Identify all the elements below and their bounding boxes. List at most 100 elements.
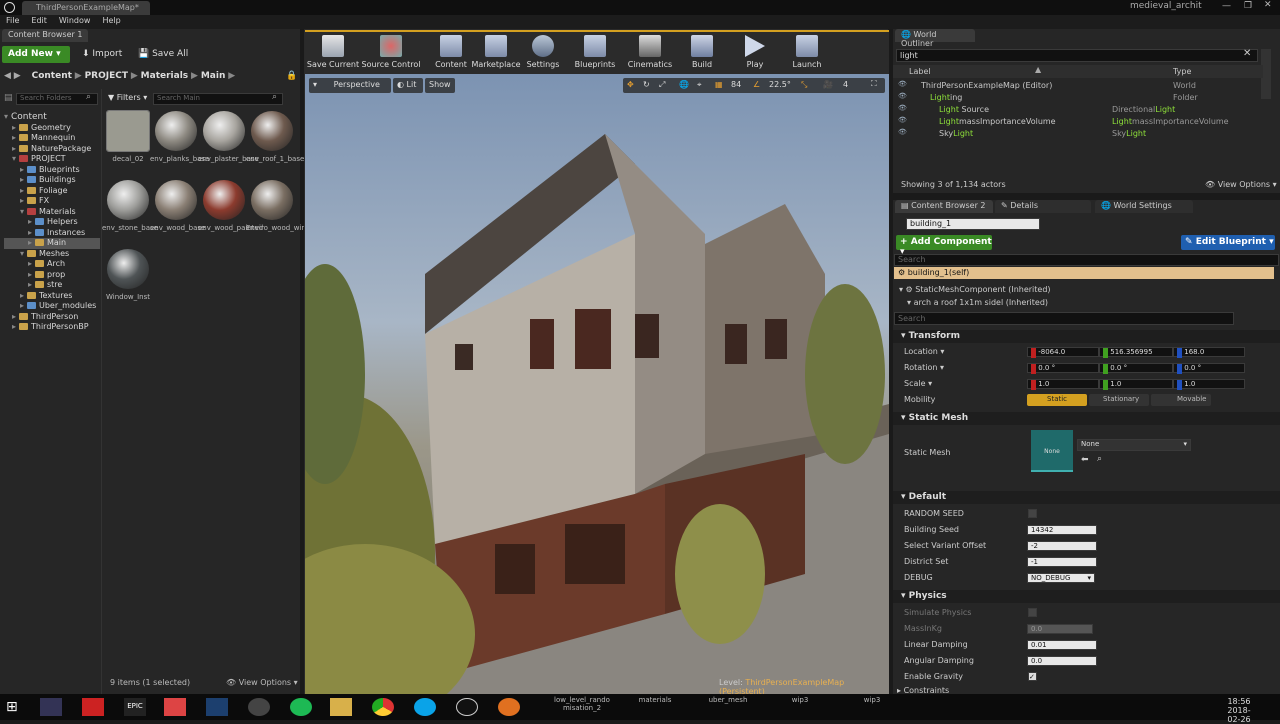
settings-button[interactable]: Settings [515,35,571,69]
add-new-button[interactable]: Add New ▾ [2,46,70,63]
collapsed-arrow-icon[interactable]: ▸ [28,217,35,226]
expanded-arrow-icon[interactable]: ▾ [12,154,19,163]
collapsed-arrow-icon[interactable]: ▸ [20,175,27,184]
map-tab[interactable]: ThirdPersonExampleMap* [22,1,150,15]
details-tab[interactable]: ✎ Details [995,200,1091,213]
blueprints-button[interactable]: Blueprints [567,35,623,69]
collapsed-arrow-icon[interactable]: ▸ [12,312,19,321]
outliner-row[interactable]: 👁 Light Source DirectionalLight [893,104,1278,116]
expanded-arrow-icon[interactable]: ▾ [20,207,27,216]
folder-tree-item[interactable]: ▸ Mannequin [4,133,100,144]
folder-tree-item[interactable]: ▸ Foliage [4,186,100,197]
breadcrumb-main[interactable]: Main [201,71,226,81]
folder-tree-item[interactable]: ▸ Helpers [4,217,100,228]
static-mesh-component-row[interactable]: ▾ ⚙ StaticMeshComponent (Inherited) [899,285,1051,294]
asset-thumbnail[interactable] [155,111,197,151]
app-icon-3[interactable] [164,698,186,716]
cb-view-options-button[interactable]: 👁 View Options ▾ [226,678,298,687]
variant-offset-field[interactable]: -2 [1027,541,1097,551]
angular-damping-field[interactable]: 0.0 [1027,656,1097,666]
mass-field[interactable]: 0.0 [1027,624,1093,634]
lit-button[interactable]: ◐ Lit [393,78,423,93]
location-x-field[interactable]: -8064.0 [1027,347,1099,358]
cam-speed-icon[interactable]: 🎥 [823,80,833,89]
expanded-arrow-icon[interactable]: ▾ [4,112,11,121]
unreal-taskbar-icon[interactable] [456,698,478,716]
launch-button[interactable]: Launch [779,35,835,69]
outliner-row[interactable]: 👁 Lighting Folder [893,92,1278,104]
visibility-eye-icon[interactable]: 👁 [898,116,907,124]
skype-icon[interactable] [414,698,436,716]
arch-roof-component-row[interactable]: ▾ arch a roof 1x1m sidel (Inherited) [907,298,1048,307]
search-main-input[interactable]: Search Main [153,93,283,105]
show-button[interactable]: Show [425,78,455,93]
asset-thumbnail[interactable] [251,180,293,220]
outliner-row[interactable]: 👁 ThirdPersonExampleMap (Editor) World [893,80,1278,92]
spotify-icon[interactable] [290,698,312,716]
collapsed-arrow-icon[interactable]: ▸ [28,238,35,247]
folder-tree-item[interactable]: ▸ Arch [4,259,100,270]
mobility-static-button[interactable]: Static [1027,394,1087,406]
taskbar-item-2[interactable]: materials [625,696,685,704]
epic-games-icon[interactable]: EPIC [124,698,146,716]
collapsed-arrow-icon[interactable]: ▸ [12,133,19,142]
angle-snap-icon[interactable]: ∠ [753,80,760,89]
outliner-row[interactable]: 👁 SkyLight SkyLight [893,128,1278,140]
default-section[interactable]: ▾ Default [893,491,1280,504]
component-search-input[interactable]: Search [894,254,1279,266]
folder-tree-item[interactable]: ▸ Instances [4,228,100,239]
collapsed-arrow-icon[interactable]: ▸ [28,270,35,279]
scale-icon[interactable]: ⤢ [659,80,665,90]
folder-tree-item[interactable]: ▸ Blueprints [4,165,100,176]
back-arrow-icon[interactable]: ◀ [4,71,11,81]
folder-tree-item[interactable]: ▸ Buildings [4,175,100,186]
chrome-icon[interactable] [372,698,394,716]
menu-edit[interactable]: Edit [25,15,53,26]
content-browser-2-tab[interactable]: ▤ Content Browser 2 [895,200,993,213]
debug-dropdown[interactable]: NO_DEBUG ▾ [1027,573,1095,583]
collapsed-arrow-icon[interactable]: ▸ [28,259,35,268]
rotation-y-field[interactable]: 0.0 ° [1099,363,1173,374]
rotation-x-field[interactable]: 0.0 ° [1027,363,1099,374]
folder-tree-item[interactable]: ▸ Uber_modules [4,301,100,312]
self-component-row[interactable]: ⚙ building_1(self) [894,267,1274,279]
save-all-button[interactable]: 💾 Save All [138,49,188,59]
folder-tree-item[interactable]: ▾ PROJECT [4,154,100,165]
maximize-viewport-icon[interactable]: ⛶ [871,79,877,89]
photoshop-icon[interactable] [206,698,228,716]
enable-gravity-checkbox[interactable]: ✓ [1028,672,1037,681]
mobility-movable-button[interactable]: Movable [1151,394,1211,406]
static-mesh-thumbnail[interactable]: None [1031,430,1073,472]
world-outliner-tab[interactable]: 🌐 World Outliner [895,29,975,48]
folder-tree-item[interactable]: ▸ Geometry [4,123,100,134]
collapsed-arrow-icon[interactable]: ▸ [20,186,27,195]
outliner-search-input[interactable]: light [896,49,1258,62]
asset-thumbnail[interactable] [107,249,149,289]
clear-search-icon[interactable]: ✕ [1243,48,1251,59]
collapsed-arrow-icon[interactable]: ▸ [12,123,19,132]
content-browser-tab[interactable]: Content Browser 1 [2,29,89,42]
sources-toggle-icon[interactable]: ▤ [4,93,13,103]
asset-thumbnail[interactable] [155,180,197,220]
windows-start-icon[interactable]: ⊞ [6,699,18,715]
scale-z-field[interactable]: 1.0 [1173,379,1245,390]
play-button[interactable]: Play [727,35,783,69]
constraints-row[interactable]: ▸ Constraints [893,685,1280,694]
collapsed-arrow-icon[interactable]: ▸ [20,165,27,174]
scale-snap-icon[interactable]: ⤡ [801,80,807,90]
transform-section[interactable]: ▾ Transform [893,330,1280,343]
world-space-icon[interactable]: 🌐 [679,80,689,89]
filters-button[interactable]: ▼ Filters ▾ [108,93,147,102]
build-button[interactable]: Build [674,35,730,69]
asset-thumbnail[interactable] [203,180,245,220]
grid-snap-value[interactable]: 84 [731,80,741,89]
collapsed-arrow-icon[interactable]: ▸ [20,301,27,310]
folder-tree-item[interactable]: ▸ ThirdPerson [4,312,100,323]
rotation-z-field[interactable]: 0.0 ° [1173,363,1245,374]
world-settings-tab[interactable]: 🌐 World Settings [1095,200,1193,213]
collapsed-arrow-icon[interactable]: ▸ [12,144,19,153]
random-seed-checkbox[interactable] [1028,509,1037,518]
file-explorer-icon[interactable] [330,698,352,716]
taskbar-item-3[interactable]: uber_mesh [698,696,758,704]
source-control-button[interactable]: Source Control [361,35,421,69]
